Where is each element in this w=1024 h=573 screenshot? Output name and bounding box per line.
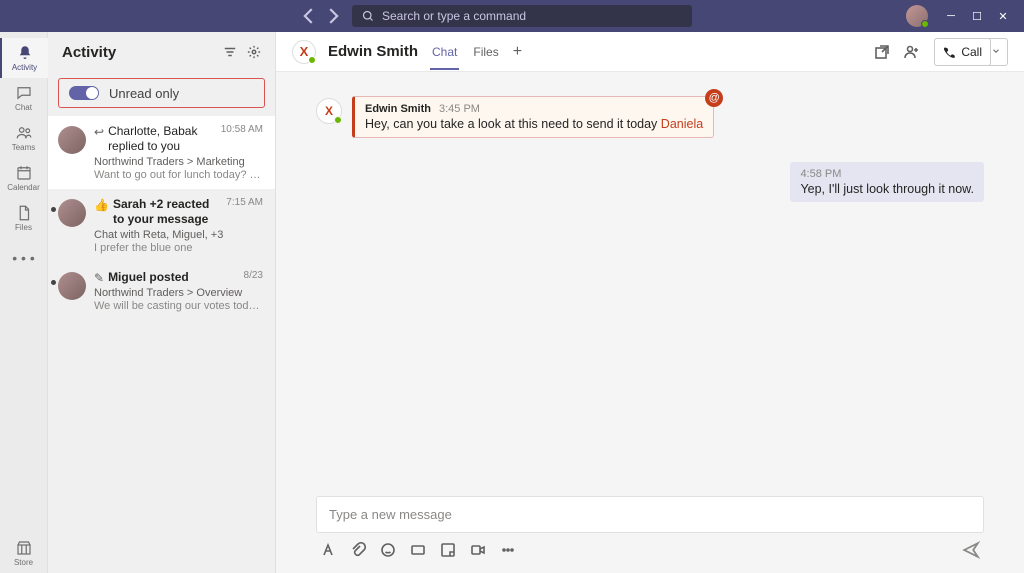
- message-avatar: X: [316, 98, 342, 124]
- message-incoming[interactable]: X @ Edwin Smith 3:45 PM Hey, can you tak…: [316, 96, 984, 138]
- attach-icon[interactable]: [350, 542, 366, 558]
- compose-toolbar: [316, 533, 984, 567]
- unread-dot: [51, 280, 56, 285]
- message-text: Hey, can you take a look at this need to…: [365, 117, 703, 131]
- rail-chat[interactable]: Chat: [0, 78, 48, 118]
- presence-indicator: [308, 56, 316, 64]
- gif-icon[interactable]: [410, 542, 426, 558]
- feed-time: 8/23: [244, 270, 263, 281]
- avatar: [58, 272, 86, 300]
- filter-icon[interactable]: [223, 45, 237, 59]
- chat-avatar[interactable]: X: [292, 40, 316, 64]
- message-bubble: @ Edwin Smith 3:45 PM Hey, can you take …: [352, 96, 714, 138]
- search-icon: [362, 10, 374, 22]
- message-text: Yep, I'll just look through it now.: [800, 182, 974, 196]
- maximize-button[interactable]: ☐: [964, 3, 990, 29]
- activity-pane: Activity Unread only ↩ Charlotte, Babak …: [48, 32, 276, 573]
- message-sender: Edwin Smith: [365, 103, 431, 115]
- teams-icon: [15, 124, 33, 142]
- message-outgoing[interactable]: 4:58 PM Yep, I'll just look through it n…: [316, 162, 984, 202]
- calendar-icon: [15, 164, 33, 182]
- message-list: X @ Edwin Smith 3:45 PM Hey, can you tak…: [276, 72, 1024, 496]
- activity-header: Activity: [48, 32, 275, 72]
- forward-button[interactable]: [322, 5, 344, 27]
- feed-time: 7:15 AM: [226, 197, 263, 208]
- store-icon: [15, 539, 33, 557]
- unread-dot: [51, 207, 56, 212]
- call-dropdown[interactable]: [985, 38, 1008, 66]
- feed-title: Sarah +2 reacted to your message: [113, 197, 222, 227]
- search-placeholder: Search or type a command: [382, 9, 526, 23]
- tab-files[interactable]: Files: [471, 34, 500, 70]
- feed-location: Northwind Traders > Marketing: [94, 156, 263, 168]
- rail-activity[interactable]: Activity: [0, 38, 48, 78]
- feed-item[interactable]: ✎ Miguel posted 8/23 Northwind Traders >…: [48, 262, 275, 320]
- feed-item[interactable]: ↩ Charlotte, Babak replied to you 10:58 …: [48, 116, 275, 189]
- app-rail: Activity Chat Teams Calendar Files • • •…: [0, 32, 48, 573]
- add-people-icon[interactable]: [904, 44, 920, 60]
- nav-arrows: [298, 5, 344, 27]
- feed-time: 10:58 AM: [221, 124, 263, 135]
- rail-calendar[interactable]: Calendar: [0, 158, 48, 198]
- close-button[interactable]: ✕: [990, 3, 1016, 29]
- bell-icon: [16, 44, 34, 62]
- avatar: [58, 199, 86, 227]
- like-icon: 👍: [94, 198, 109, 212]
- mention-badge-icon: @: [705, 89, 723, 107]
- popout-icon[interactable]: [874, 44, 890, 60]
- compose-input[interactable]: Type a new message: [316, 496, 984, 533]
- send-button[interactable]: [962, 541, 980, 559]
- sticker-icon[interactable]: [440, 542, 456, 558]
- more-icon[interactable]: [500, 542, 516, 558]
- chat-header: X Edwin Smith Chat Files + Call: [276, 32, 1024, 72]
- chat-main: X Edwin Smith Chat Files + Call X: [276, 32, 1024, 573]
- tab-chat[interactable]: Chat: [430, 34, 459, 70]
- rail-more[interactable]: • • •: [0, 238, 48, 278]
- back-button[interactable]: [298, 5, 320, 27]
- post-icon: ✎: [94, 271, 104, 285]
- call-button[interactable]: Call: [934, 38, 991, 66]
- meetnow-icon[interactable]: [470, 542, 486, 558]
- minimize-button[interactable]: ─: [938, 3, 964, 29]
- rail-teams[interactable]: Teams: [0, 118, 48, 158]
- unread-only-toggle[interactable]: Unread only: [58, 78, 265, 108]
- rail-store[interactable]: Store: [0, 533, 48, 573]
- settings-icon[interactable]: [247, 45, 261, 59]
- activity-title: Activity: [62, 44, 116, 61]
- chevron-down-icon: [991, 46, 1001, 56]
- message-bubble: 4:58 PM Yep, I'll just look through it n…: [790, 162, 984, 202]
- presence-indicator: [921, 20, 929, 28]
- titlebar: Search or type a command ─ ☐ ✕: [0, 0, 1024, 32]
- user-avatar[interactable]: [906, 5, 928, 27]
- toggle-switch[interactable]: [69, 86, 99, 100]
- feed-title: Miguel posted: [108, 270, 189, 285]
- chat-title: Edwin Smith: [328, 43, 418, 60]
- composer: Type a new message: [316, 496, 984, 567]
- message-time: 3:45 PM: [439, 103, 480, 115]
- reply-icon: ↩: [94, 125, 104, 139]
- emoji-icon[interactable]: [380, 542, 396, 558]
- rail-files[interactable]: Files: [0, 198, 48, 238]
- message-time: 4:58 PM: [800, 168, 841, 180]
- feed-preview: We will be casting our votes today, ever…: [94, 300, 263, 312]
- feed-preview: I prefer the blue one: [94, 242, 263, 254]
- presence-indicator: [334, 116, 342, 124]
- mention: Daniela: [661, 117, 703, 131]
- format-icon[interactable]: [320, 542, 336, 558]
- avatar: [58, 126, 86, 154]
- feed-item[interactable]: 👍 Sarah +2 reacted to your message 7:15 …: [48, 189, 275, 262]
- feed-location: Chat with Reta, Miguel, +3: [94, 229, 263, 241]
- search-input[interactable]: Search or type a command: [352, 5, 692, 27]
- phone-icon: [943, 46, 955, 58]
- feed-preview: Want to go out for lunch today? It's my.…: [94, 169, 263, 181]
- chat-icon: [15, 84, 33, 102]
- feed-title: Charlotte, Babak replied to you: [108, 124, 217, 154]
- feed-location: Northwind Traders > Overview: [94, 287, 263, 299]
- file-icon: [15, 204, 33, 222]
- add-tab-button[interactable]: +: [513, 43, 522, 61]
